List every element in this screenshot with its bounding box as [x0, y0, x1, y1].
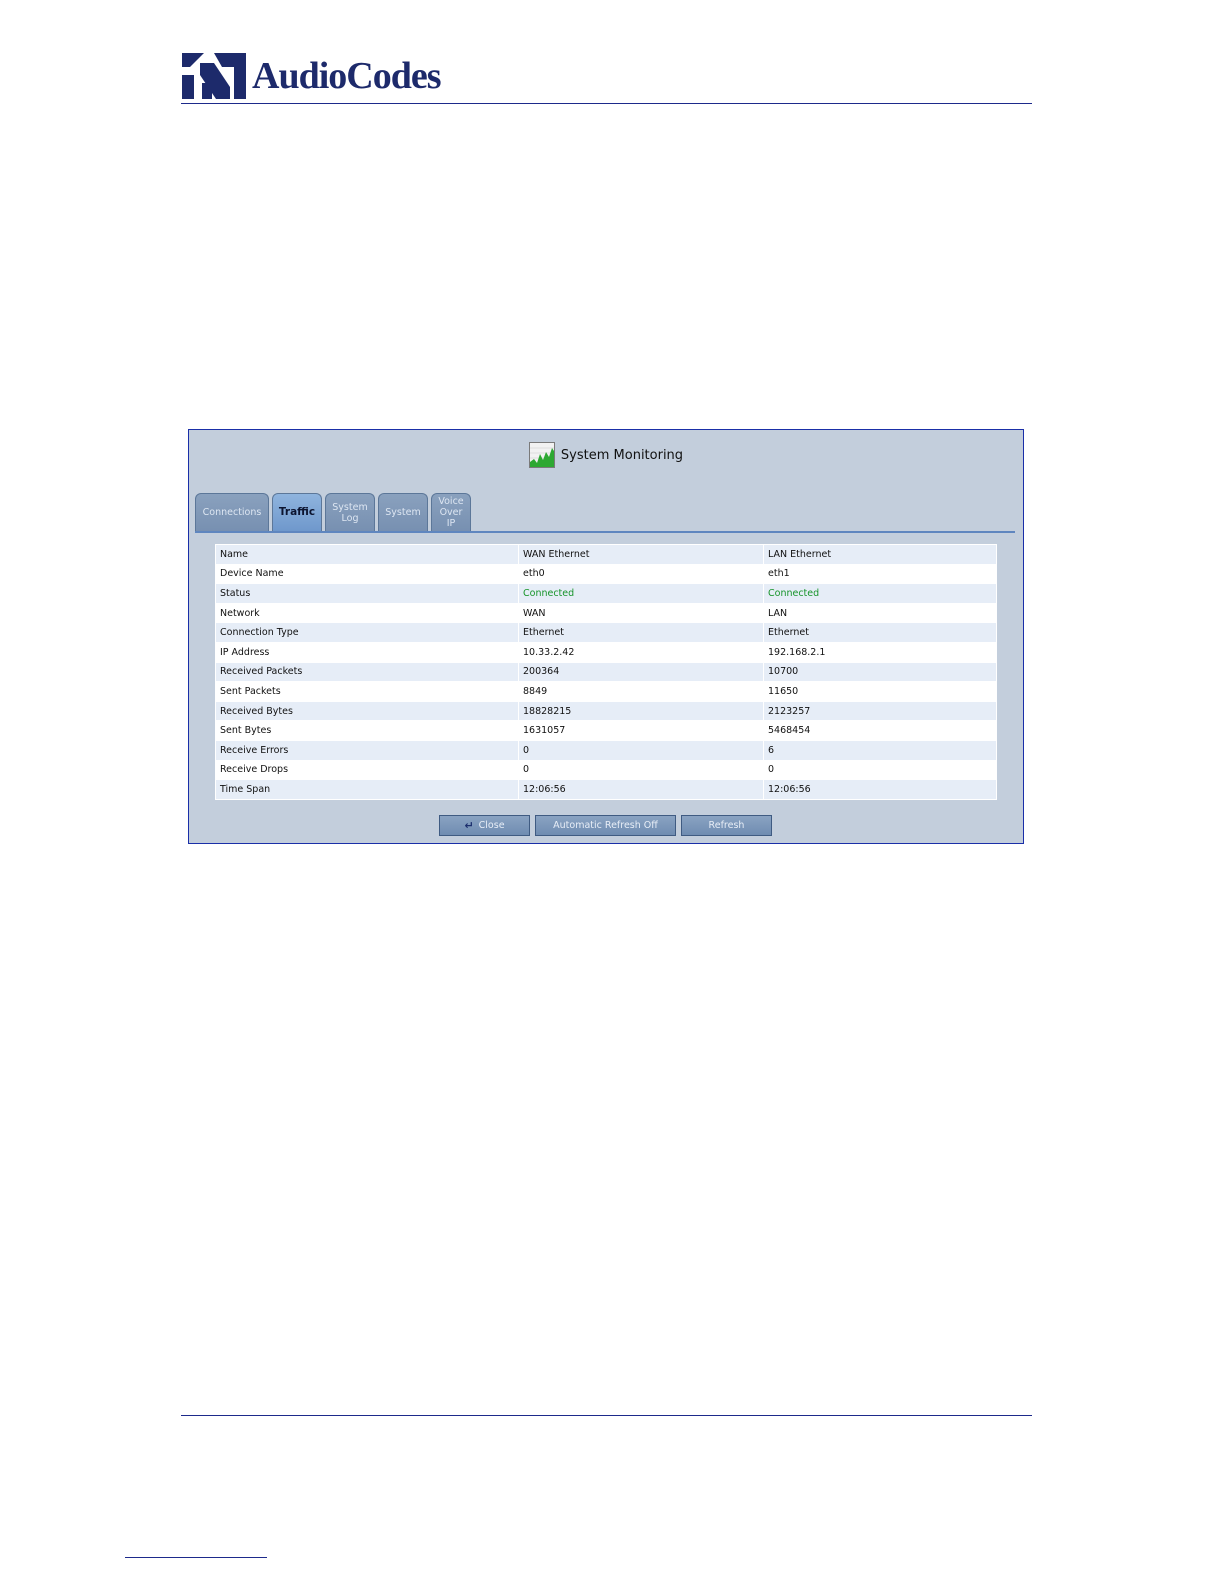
lan-value: 10700 [763, 661, 997, 683]
tab-voice-over-ip[interactable]: Voice Over IP [431, 493, 471, 531]
row-label: Device Name [215, 563, 519, 585]
row-label: Receive Errors [215, 739, 519, 761]
lan-value: 2123257 [763, 700, 997, 722]
table-row: Sent Bytes 1631057 5468454 [215, 720, 997, 741]
table-row: Status Connected Connected [215, 583, 997, 604]
table-row: Connection Type Ethernet Ethernet [215, 622, 997, 643]
row-label: Time Span [215, 779, 519, 800]
tab-connections[interactable]: Connections [195, 493, 269, 531]
lan-value: LAN [763, 602, 997, 624]
tab-system-log[interactable]: System Log [325, 493, 375, 531]
footer-divider [181, 1415, 1032, 1416]
wan-value: 12:06:56 [518, 779, 764, 800]
audiocodes-logo: AudioCodes [182, 52, 441, 100]
table-row: Received Packets 200364 10700 [215, 661, 997, 683]
wan-value: eth0 [518, 563, 764, 585]
row-label: Received Bytes [215, 700, 519, 722]
wan-value: 200364 [518, 661, 764, 683]
wan-value: 1631057 [518, 720, 764, 741]
table-row: Network WAN LAN [215, 602, 997, 624]
column-header-name: Name [215, 544, 519, 565]
table-row: Receive Drops 0 0 [215, 759, 997, 781]
table-row: Receive Errors 0 6 [215, 739, 997, 761]
lan-value: 12:06:56 [763, 779, 997, 800]
lan-value: Ethernet [763, 622, 997, 643]
refresh-button[interactable]: Refresh [681, 815, 772, 836]
lan-value: 0 [763, 759, 997, 781]
table-row: Received Bytes 18828215 2123257 [215, 700, 997, 722]
row-label: Receive Drops [215, 759, 519, 781]
tab-underline [195, 531, 1015, 533]
lan-status-value: Connected [763, 583, 997, 604]
lan-value: 5468454 [763, 720, 997, 741]
tab-bar: Connections Traffic System Log System Vo… [195, 493, 474, 531]
traffic-graph-icon [528, 442, 555, 468]
window-title-bar: System Monitoring [189, 442, 1023, 468]
column-header-lan: LAN Ethernet [763, 544, 997, 565]
traffic-table: Name WAN Ethernet LAN Ethernet Device Na… [215, 544, 997, 800]
column-header-wan: WAN Ethernet [518, 544, 764, 565]
row-label: Network [215, 602, 519, 624]
window-title: System Monitoring [560, 447, 684, 463]
lan-value: 192.168.2.1 [763, 641, 997, 663]
close-button-label: Close [478, 820, 505, 831]
tab-system[interactable]: System [378, 493, 428, 531]
lan-value: eth1 [763, 563, 997, 585]
tab-traffic[interactable]: Traffic [272, 493, 322, 531]
row-label: Status [215, 583, 519, 604]
logo-text: AudioCodes [252, 55, 441, 97]
row-label: Received Packets [215, 661, 519, 683]
row-label: Connection Type [215, 622, 519, 643]
audiocodes-logo-icon [182, 53, 246, 99]
table-row: Time Span 12:06:56 12:06:56 [215, 779, 997, 800]
system-monitoring-window: System Monitoring Connections Traffic Sy… [188, 429, 1024, 844]
header-divider [181, 103, 1032, 104]
row-label: IP Address [215, 641, 519, 663]
lan-value: 6 [763, 739, 997, 761]
lan-value: 11650 [763, 681, 997, 702]
wan-value: 10.33.2.42 [518, 641, 764, 663]
wan-value: 0 [518, 759, 764, 781]
table-row: IP Address 10.33.2.42 192.168.2.1 [215, 641, 997, 663]
wan-value: 8849 [518, 681, 764, 702]
automatic-refresh-button[interactable]: Automatic Refresh Off [535, 815, 676, 836]
table-header-row: Name WAN Ethernet LAN Ethernet [215, 544, 997, 565]
row-label: Sent Bytes [215, 720, 519, 741]
wan-value: 0 [518, 739, 764, 761]
wan-status-value: Connected [518, 583, 764, 604]
return-arrow-icon: ↵ [464, 819, 474, 832]
wan-value: 18828215 [518, 700, 764, 722]
wan-value: Ethernet [518, 622, 764, 643]
close-button[interactable]: ↵ Close [439, 815, 530, 836]
table-row: Sent Packets 8849 11650 [215, 681, 997, 702]
wan-value: WAN [518, 602, 764, 624]
row-label: Sent Packets [215, 681, 519, 702]
table-row: Device Name eth0 eth1 [215, 563, 997, 585]
action-buttons: ↵ Close Automatic Refresh Off Refresh [439, 815, 777, 837]
footnote-divider [125, 1557, 267, 1558]
